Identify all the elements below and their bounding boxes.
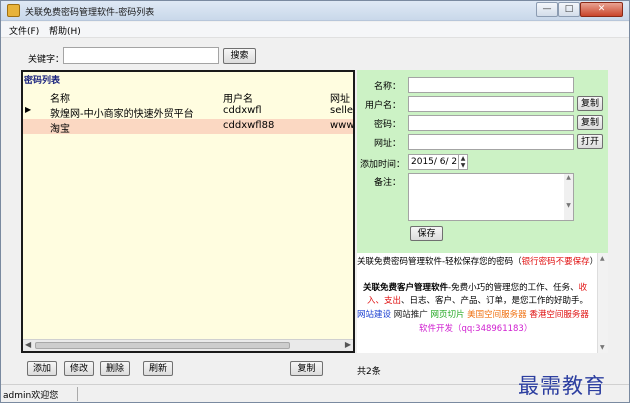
keyword-label: 关键字： xyxy=(28,55,65,65)
row-username: cddxwfl xyxy=(223,105,262,116)
add-button[interactable]: 添加 xyxy=(27,361,57,376)
keyword-input[interactable] xyxy=(63,47,219,64)
status-text: admin欢迎您 xyxy=(3,391,59,401)
detail-form: 名称： 用户名： 复制 密码： 复制 网址： 打开 添加时间： 2015/ 6/… xyxy=(357,70,608,253)
table-row[interactable]: 淘宝 cddxwfl88 www.t xyxy=(23,119,353,135)
ad-line-2-text: -免费小巧的管理您的工作、任务、 xyxy=(448,283,579,293)
scroll-left-icon[interactable]: ◀ xyxy=(25,340,31,349)
status-divider xyxy=(77,387,78,401)
link-hk-server[interactable]: 香港空间服务器 xyxy=(529,310,589,320)
column-username[interactable]: 用户名 xyxy=(223,90,253,105)
scroll-right-icon[interactable]: ▶ xyxy=(345,340,351,349)
table-row[interactable]: 敦煌网-中小商家的快速外贸平台 cddxwfl seller. xyxy=(23,104,353,120)
ad-panel: 关联免费密码管理软件-轻松保存您的密码（银行密码不要保存） 关联免费客户管理软件… xyxy=(357,253,608,353)
maximize-button[interactable]: □ xyxy=(558,2,580,17)
copy-username-button[interactable]: 复制 xyxy=(577,96,603,111)
grid-header: 名称 用户名 网址 xyxy=(23,90,353,105)
copy-password-button[interactable]: 复制 xyxy=(577,115,603,130)
ad-line-2-red: 收 xyxy=(578,283,588,293)
link-website-build[interactable]: 网站建设 xyxy=(357,310,391,320)
row-url: www.t xyxy=(330,120,353,131)
watermark-logo: 最需教育 xyxy=(518,374,606,398)
url-label: 网址： xyxy=(373,139,401,149)
copy-button[interactable]: 复制 xyxy=(290,361,323,376)
ad-line-3-red: 入、支出 xyxy=(367,296,402,306)
password-field[interactable] xyxy=(408,115,574,131)
minimize-button[interactable]: — xyxy=(536,2,558,17)
main-window: 关联免费密码管理软件-密码列表 — □ ✕ 文件(F) 帮助(H) 关键字： 搜… xyxy=(0,0,630,403)
save-button[interactable]: 保存 xyxy=(410,226,443,241)
date-label: 添加时间： xyxy=(359,160,405,170)
password-label: 密码： xyxy=(373,120,401,130)
edit-button[interactable]: 修改 xyxy=(64,361,94,376)
scroll-down-icon[interactable]: ▼ xyxy=(600,344,605,351)
scroll-up-icon[interactable]: ▲ xyxy=(600,255,605,262)
username-field[interactable] xyxy=(408,96,574,112)
horizontal-scrollbar[interactable]: ◀ ▶ xyxy=(23,339,353,351)
ad-line-1: 关联免费密码管理软件-轻松保存您的密码（银行密码不要保存） xyxy=(357,255,598,267)
memo-scrollbar[interactable]: ▲ ▼ xyxy=(564,174,573,220)
close-button[interactable]: ✕ xyxy=(580,2,623,17)
row-name: 淘宝 xyxy=(50,124,70,135)
date-spin-icon[interactable]: ▲ ▼ xyxy=(458,155,467,169)
scroll-thumb[interactable] xyxy=(35,342,290,349)
ad-line-3: 入、支出、日志、客户、产品、订单，是您工作的好助手。 xyxy=(367,294,588,306)
date-value: 2015/ 6/ 2 xyxy=(411,157,458,167)
ad-line-1-warning: 银行密码不要保存 xyxy=(521,257,590,267)
link-website-promo[interactable]: 网站推广 xyxy=(394,310,428,320)
name-field[interactable] xyxy=(408,77,574,93)
url-field[interactable] xyxy=(408,134,574,150)
menu-bar: 文件(F) 帮助(H) xyxy=(1,22,629,38)
delete-button[interactable]: 删除 xyxy=(100,361,130,376)
ad-links: 网站建设 网站推广 网页切片 美国空间服务器 香港空间服务器 xyxy=(357,308,589,320)
window-title: 关联免费密码管理软件-密码列表 xyxy=(25,8,155,18)
link-software-dev[interactable]: 软件开发（qq:348961183） xyxy=(419,322,532,334)
refresh-button[interactable]: 刷新 xyxy=(143,361,173,376)
lock-icon xyxy=(7,4,20,17)
title-bar: 关联免费密码管理软件-密码列表 — □ ✕ xyxy=(1,1,629,21)
ad-line-2: 关联免费客户管理软件-免费小巧的管理您的工作、任务、收 xyxy=(363,281,587,293)
date-picker[interactable]: 2015/ 6/ 2 ▲ ▼ xyxy=(408,154,468,170)
row-selector-icon: ▶ xyxy=(25,105,32,114)
memo-label: 备注： xyxy=(373,178,401,188)
username-label: 用户名： xyxy=(364,101,401,111)
password-list: 密码列表 名称 用户名 网址 敦煌网-中小商家的快速外贸平台 cddxwfl s… xyxy=(21,70,355,353)
menu-file[interactable]: 文件(F) xyxy=(9,24,39,37)
menu-help[interactable]: 帮助(H) xyxy=(49,24,81,37)
search-button[interactable]: 搜索 xyxy=(223,48,256,64)
row-name: 敦煌网-中小商家的快速外贸平台 xyxy=(50,109,194,120)
link-us-server[interactable]: 美国空间服务器 xyxy=(467,310,527,320)
ad-line-1-text: 关联免费密码管理软件-轻松保存您的密码（ xyxy=(357,257,522,267)
column-url[interactable]: 网址 xyxy=(330,90,350,105)
name-label: 名称： xyxy=(373,82,401,92)
row-url: seller. xyxy=(330,105,353,116)
ad-line-3-text: 、日志、客户、产品、订单，是您工作的好助手。 xyxy=(401,296,589,306)
ad-line-2-title: 关联免费客户管理软件 xyxy=(363,283,449,293)
link-web-slice[interactable]: 网页切片 xyxy=(430,310,464,320)
ad-scrollbar[interactable]: ▲ ▼ xyxy=(597,253,608,353)
list-title: 密码列表 xyxy=(24,76,61,86)
record-count: 共2条 xyxy=(357,367,381,377)
open-url-button[interactable]: 打开 xyxy=(577,134,603,149)
row-username: cddxwfl88 xyxy=(223,120,275,131)
memo-field[interactable]: ▲ ▼ xyxy=(408,173,574,221)
column-name[interactable]: 名称 xyxy=(50,90,70,105)
